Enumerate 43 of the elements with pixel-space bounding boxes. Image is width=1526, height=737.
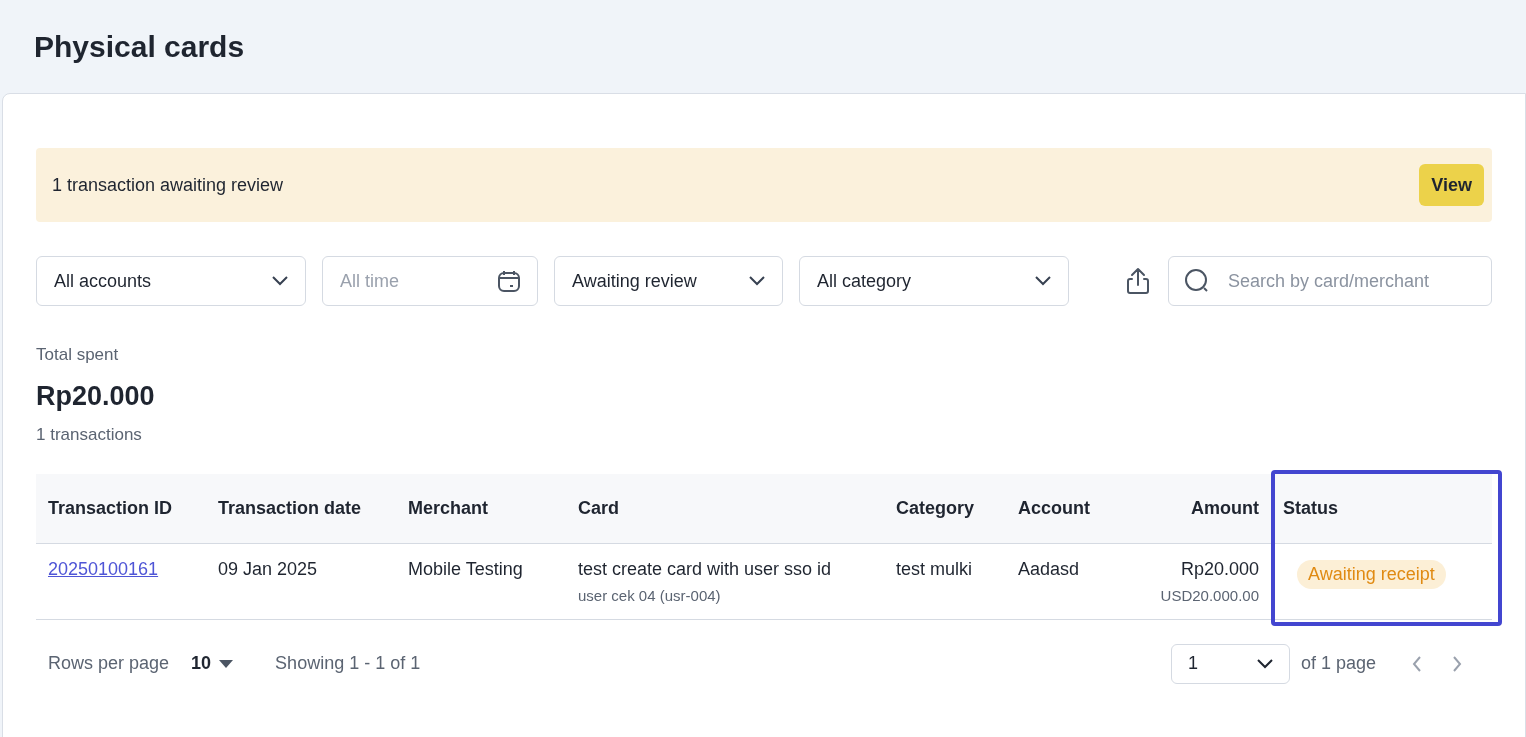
- table-cell-text: Aadasd: [1018, 557, 1081, 581]
- filter-select[interactable]: All category: [799, 256, 1069, 306]
- chevron-left-icon[interactable]: [1412, 655, 1422, 672]
- chevron-down-icon: [1035, 276, 1051, 286]
- page-title: Physical cards: [34, 29, 245, 65]
- column-header: Card: [577, 496, 620, 520]
- search-field[interactable]: Search by card/merchant: [1168, 256, 1492, 306]
- chevron-down-icon: [272, 276, 288, 286]
- banner-message: 1 transaction awaiting review: [52, 173, 284, 197]
- page-select[interactable]: 1: [1170, 643, 1290, 684]
- table-cell-text: Rp20.000: [1180, 557, 1259, 581]
- table-cell-text: test create card with user sso id: [578, 557, 832, 581]
- filter-select[interactable]: Awaiting review: [554, 256, 783, 306]
- view-button[interactable]: View: [1419, 164, 1484, 206]
- showing-range: Showing 1 - 1 of 1: [275, 652, 421, 675]
- filter-select[interactable]: All accounts: [36, 256, 306, 306]
- card-user: user cek 04 (usr-004): [578, 585, 721, 606]
- table-cell-text: 09 Jan 2025: [218, 557, 319, 581]
- date-field[interactable]: All time: [322, 256, 538, 306]
- chevron-down-icon: [749, 276, 765, 286]
- total-spent-label: Total spent: [36, 344, 120, 366]
- column-header: Status: [1282, 496, 1339, 520]
- status-badge: Awaiting receipt: [1297, 559, 1446, 589]
- chevron-right-icon[interactable]: [1452, 655, 1462, 672]
- table-cell-text: Mobile Testing: [408, 557, 524, 581]
- caret-icon: [219, 659, 234, 668]
- column-header: Transaction ID: [47, 496, 174, 520]
- column-header: Category: [895, 496, 976, 520]
- chevron-down-icon: [1256, 658, 1273, 669]
- column-header: Merchant: [407, 496, 489, 520]
- rows-per-page-select[interactable]: 10: [191, 650, 234, 677]
- transaction-count: 1 transactions: [36, 424, 143, 446]
- column-header: Account: [1017, 496, 1091, 520]
- column-header: Amount: [1190, 496, 1260, 520]
- total-spent-amount: Rp20.000: [36, 379, 156, 413]
- transaction-id-link[interactable]: 20250100161: [48, 558, 159, 579]
- page-count: of 1 page: [1300, 652, 1376, 675]
- calendar-icon: [497, 269, 521, 293]
- rows-per-page-label: Rows per page: [48, 652, 170, 675]
- amount-usd: USD20.000.00: [1160, 585, 1259, 606]
- search-icon: [1184, 268, 1210, 294]
- table-cell-text: test mulki: [896, 557, 974, 581]
- column-header: Transaction date: [217, 496, 363, 520]
